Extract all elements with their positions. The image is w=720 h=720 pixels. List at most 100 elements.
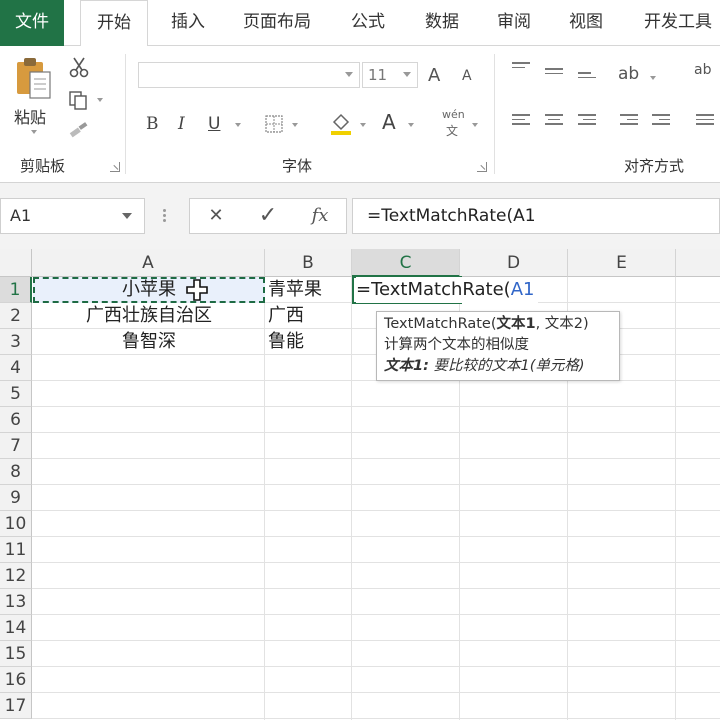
row-header[interactable]: 3	[0, 329, 32, 355]
bottom-align-icon[interactable]	[578, 72, 596, 86]
row-header[interactable]: 13	[0, 589, 32, 615]
worksheet-grid[interactable]: A B C D E 1 2 3 4 5 6 7 8 9 10 11 12 13 …	[0, 249, 720, 720]
tab-review[interactable]: 审阅	[486, 0, 542, 46]
tooltip-signature: TextMatchRate(文本1, 文本2)	[384, 314, 612, 335]
name-box[interactable]: A1	[0, 198, 145, 234]
wrap-text-icon[interactable]: ab	[694, 62, 711, 78]
gridline	[32, 718, 720, 719]
tab-data[interactable]: 数据	[414, 0, 470, 46]
align-right-icon[interactable]	[578, 114, 596, 128]
chevron-down-icon	[345, 72, 353, 77]
column-header-a[interactable]: A	[32, 249, 265, 277]
row-header[interactable]: 6	[0, 407, 32, 433]
copy-dropdown-icon[interactable]	[97, 98, 103, 102]
merge-center-icon[interactable]	[696, 114, 714, 128]
tooltip-function-name[interactable]: TextMatchRate(	[384, 316, 496, 332]
chevron-down-icon	[403, 72, 411, 77]
cut-icon[interactable]	[68, 56, 90, 78]
cancel-button[interactable]: ✕	[196, 199, 236, 233]
formula-function-text: =TextMatchRate(	[356, 279, 511, 300]
phonetic-dropdown-icon[interactable]	[472, 123, 478, 127]
row-header[interactable]: 8	[0, 459, 32, 485]
tab-page-layout[interactable]: 页面布局	[232, 0, 322, 46]
orientation-icon[interactable]: ab	[618, 64, 639, 84]
formula-input[interactable]: =TextMatchRate(A1	[352, 198, 720, 234]
row-header[interactable]: 5	[0, 381, 32, 407]
row-header[interactable]: 10	[0, 511, 32, 537]
enter-button[interactable]: ✓	[248, 199, 288, 233]
font-size-select[interactable]: 11	[362, 62, 418, 88]
paste-dropdown-icon[interactable]	[31, 130, 37, 134]
underline-button[interactable]: U	[208, 114, 220, 134]
fill-color-dropdown-icon[interactable]	[360, 123, 366, 127]
gridline	[32, 406, 720, 407]
row-header[interactable]: 16	[0, 667, 32, 693]
group-separator	[494, 54, 495, 174]
fill-color-icon[interactable]	[328, 110, 354, 136]
column-header-f[interactable]	[676, 249, 720, 277]
tab-view[interactable]: 视图	[558, 0, 614, 46]
phonetic-guide-icon[interactable]: wén	[442, 108, 465, 121]
middle-align-icon[interactable]	[545, 68, 563, 82]
alignment-group-label: 对齐方式	[624, 157, 685, 175]
cell-b2[interactable]: 广西	[268, 303, 352, 329]
column-header-d[interactable]: D	[460, 249, 568, 277]
decrease-indent-icon[interactable]	[620, 114, 638, 128]
font-group-label: 字体	[282, 157, 313, 175]
column-header-b[interactable]: B	[265, 249, 352, 277]
font-name-select[interactable]	[138, 62, 360, 88]
cell-b1[interactable]: 青苹果	[268, 277, 352, 303]
italic-button[interactable]: I	[178, 114, 185, 134]
underline-dropdown-icon[interactable]	[235, 123, 241, 127]
align-left-icon[interactable]	[512, 114, 530, 128]
tooltip-arg-description: 要比较的文本1(单元格)	[428, 358, 585, 374]
font-launcher-icon[interactable]	[477, 162, 487, 172]
border-dropdown-icon[interactable]	[292, 123, 298, 127]
cell-a1[interactable]: 小苹果	[33, 277, 265, 303]
row-header[interactable]: 12	[0, 563, 32, 589]
formula-bar-buttons: ✕ ✓ fx	[189, 198, 347, 234]
copy-icon[interactable]	[68, 90, 90, 110]
border-icon[interactable]	[264, 114, 286, 134]
tooltip-current-arg: 文本1	[496, 316, 536, 332]
increase-indent-icon[interactable]	[652, 114, 670, 128]
shrink-font-icon[interactable]: A	[462, 68, 472, 84]
row-header[interactable]: 2	[0, 303, 32, 329]
select-all-corner[interactable]	[0, 249, 32, 277]
row-header[interactable]: 7	[0, 433, 32, 459]
formula-bar-grip-icon[interactable]	[163, 209, 166, 223]
align-center-icon[interactable]	[545, 114, 563, 128]
row-header[interactable]: 4	[0, 355, 32, 381]
gridline	[675, 277, 676, 720]
tab-file[interactable]: 文件	[0, 0, 64, 46]
cell-a2[interactable]: 广西壮族自治区	[33, 303, 265, 329]
tab-home[interactable]: 开始	[80, 0, 148, 47]
font-color-dropdown-icon[interactable]	[408, 123, 414, 127]
tab-developer[interactable]: 开发工具	[632, 0, 720, 46]
insert-function-button[interactable]: fx	[300, 199, 340, 233]
column-header-e[interactable]: E	[568, 249, 676, 277]
gridline	[32, 666, 720, 667]
format-painter-icon[interactable]	[68, 122, 90, 140]
gridline	[32, 484, 720, 485]
cell-a3[interactable]: 鲁智深	[33, 329, 265, 355]
tab-insert[interactable]: 插入	[160, 0, 216, 46]
chevron-down-icon	[122, 213, 132, 219]
row-header[interactable]: 17	[0, 693, 32, 719]
row-header[interactable]: 9	[0, 485, 32, 511]
cell-c1-formula[interactable]: =TextMatchRate(A1	[356, 277, 539, 303]
tab-formulas[interactable]: 公式	[340, 0, 396, 46]
row-header[interactable]: 11	[0, 537, 32, 563]
bold-button[interactable]: B	[146, 114, 159, 134]
clipboard-group-label: 剪贴板	[20, 157, 66, 175]
clipboard-launcher-icon[interactable]	[110, 162, 120, 172]
font-color-button[interactable]: A	[382, 110, 396, 134]
row-header[interactable]: 15	[0, 641, 32, 667]
top-align-icon[interactable]	[512, 62, 530, 76]
column-header-c[interactable]: C	[352, 249, 460, 277]
row-header[interactable]: 14	[0, 615, 32, 641]
row-header[interactable]: 1	[0, 277, 32, 303]
grow-font-icon[interactable]: A	[428, 65, 440, 86]
cell-b3[interactable]: 鲁能	[268, 329, 352, 355]
orientation-dropdown-icon[interactable]	[650, 76, 656, 80]
